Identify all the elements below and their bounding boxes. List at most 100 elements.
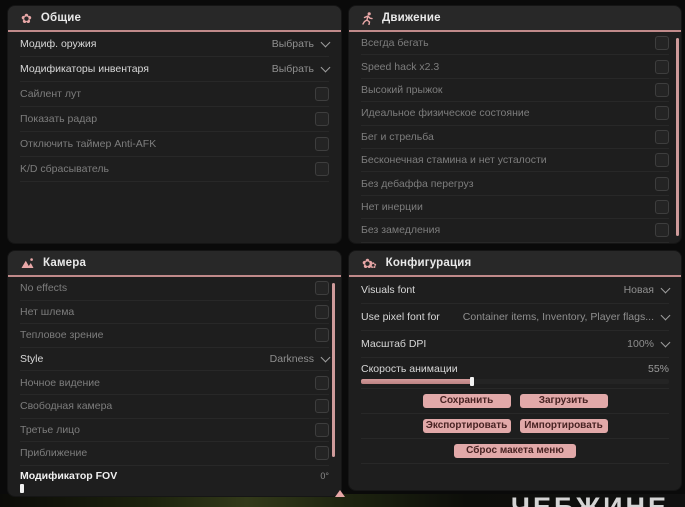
- option-label: Показать радар: [20, 113, 98, 125]
- checkbox[interactable]: [655, 129, 669, 144]
- option-row-infinite-stamina[interactable]: Бесконечная стамина и нет усталости: [361, 149, 669, 173]
- checkbox[interactable]: [315, 112, 329, 126]
- fov-slider[interactable]: [20, 483, 329, 493]
- option-label: Масштаб DPI: [361, 338, 427, 350]
- option-label: Style: [20, 353, 44, 366]
- checkbox[interactable]: [655, 199, 669, 214]
- checkbox[interactable]: [315, 137, 329, 151]
- panel-title: Камера: [43, 257, 87, 269]
- option-row-silent-loot[interactable]: Сайлент лут: [20, 82, 329, 107]
- resize-handle-icon[interactable]: [335, 490, 345, 497]
- option-row-speed-hack[interactable]: Speed hack x2.3: [361, 55, 669, 79]
- option-label: Модификаторы инвентаря: [20, 63, 149, 75]
- checkbox[interactable]: [315, 328, 329, 343]
- option-row-fov-modifier: Модификатор FOV 0°: [20, 466, 329, 499]
- panel-title: Движение: [382, 12, 441, 24]
- option-label: Speed hack x2.3: [361, 60, 440, 73]
- checkbox[interactable]: [655, 106, 669, 121]
- export-button[interactable]: Экспортировать: [422, 419, 511, 433]
- option-label: Бег и стрельба: [361, 130, 434, 143]
- reset-menu-layout-button[interactable]: Сброс макета меню: [454, 444, 576, 458]
- option-row-always-run[interactable]: Всегда бегать: [361, 32, 669, 56]
- slider-handle[interactable]: [469, 377, 474, 386]
- button-row-reset: Сброс макета меню: [361, 439, 669, 464]
- scrollbar[interactable]: [332, 283, 335, 457]
- panel-general-header[interactable]: ✿ Общие: [8, 6, 341, 32]
- panel-movement-header[interactable]: Движение: [349, 6, 681, 32]
- save-button[interactable]: Сохранить: [422, 394, 511, 408]
- option-row-style: Style Darkness: [20, 348, 331, 372]
- option-label: Бесконечная стамина и нет усталости: [361, 154, 547, 167]
- option-label: Отключить таймер Anti-AFK: [20, 138, 157, 150]
- chevron-down-icon: [320, 352, 331, 363]
- option-row-anti-afk[interactable]: Отключить таймер Anti-AFK: [20, 132, 329, 157]
- option-row-pixel-font: Use pixel font for Container items, Inve…: [361, 304, 671, 331]
- option-row-no-inertia[interactable]: Нет инерции: [361, 196, 669, 220]
- visuals-font-dropdown[interactable]: Новая: [624, 283, 671, 296]
- checkbox[interactable]: [655, 59, 669, 74]
- option-row-run-and-shoot[interactable]: Бег и стрельба: [361, 126, 669, 149]
- option-row-kd-reset[interactable]: K/D сбрасыватель: [20, 157, 329, 182]
- scrollbar[interactable]: [676, 38, 679, 236]
- option-row-no-effects[interactable]: No effects: [20, 277, 329, 301]
- option-row-no-slowdown[interactable]: Без замедления: [361, 219, 669, 243]
- option-label: No effects: [20, 282, 68, 295]
- checkbox[interactable]: [315, 375, 329, 390]
- option-label: Свободная камера: [20, 400, 113, 413]
- panel-title: Конфигурация: [385, 257, 472, 269]
- inventory-mods-dropdown[interactable]: Выбрать: [272, 62, 331, 75]
- option-label: Visuals font: [361, 284, 416, 296]
- checkbox[interactable]: [655, 36, 669, 51]
- panel-camera-header[interactable]: Камера: [8, 251, 341, 277]
- load-button[interactable]: Загрузить: [519, 394, 608, 408]
- chevron-down-icon: [660, 283, 671, 293]
- option-row-night-vision[interactable]: Ночное видение: [20, 371, 329, 395]
- running-person-icon: [362, 11, 373, 25]
- option-row-zoom[interactable]: Приближение: [20, 442, 329, 466]
- option-label: K/D сбрасыватель: [20, 163, 110, 175]
- option-label: Третье лицо: [20, 423, 80, 436]
- option-row-inventory-mods: Модификаторы инвентаря Выбрать: [20, 57, 331, 82]
- option-row-high-jump[interactable]: Высокий прыжок: [361, 79, 669, 103]
- weapon-mod-dropdown[interactable]: Выбрать: [272, 37, 331, 50]
- animation-speed-slider[interactable]: [361, 377, 669, 386]
- option-row-third-person[interactable]: Третье лицо: [20, 419, 329, 443]
- option-label: Модификатор FOV: [20, 470, 118, 483]
- option-label: Ночное видение: [20, 376, 100, 389]
- option-row-perfect-condition[interactable]: Идеальное физическое состояние: [361, 102, 669, 126]
- checkbox[interactable]: [315, 162, 329, 176]
- option-label: Без замедления: [361, 224, 441, 237]
- checkbox[interactable]: [315, 87, 329, 101]
- checkbox[interactable]: [655, 223, 669, 238]
- option-row-no-overload-debuff[interactable]: Без дебаффа перегруз: [361, 172, 669, 196]
- option-row-free-camera[interactable]: Свободная камера: [20, 395, 329, 419]
- option-row-thermal-vision[interactable]: Тепловое зрение: [20, 324, 329, 348]
- checkbox[interactable]: [655, 176, 669, 191]
- dropdown-value: Darkness: [269, 353, 314, 366]
- option-label: Модиф. оружия: [20, 38, 97, 50]
- checkbox[interactable]: [315, 446, 329, 461]
- checkbox[interactable]: [315, 399, 329, 414]
- option-row-show-radar[interactable]: Показать радар: [20, 107, 329, 132]
- import-button[interactable]: Импортировать: [519, 419, 608, 433]
- panel-camera: Камера No effects Нет шлема Тепловое зре…: [8, 251, 341, 496]
- option-row-no-helmet[interactable]: Нет шлема: [20, 301, 329, 325]
- checkbox[interactable]: [315, 422, 329, 437]
- option-label: Без дебаффа перегруз: [361, 177, 474, 190]
- panel-config-header[interactable]: ✿ ✿ Конфигурация: [349, 251, 681, 277]
- panel-general: ✿ Общие Модиф. оружия Выбрать Модификато…: [8, 6, 341, 243]
- dropdown-value: Container items, Inventory, Player flags…: [462, 311, 654, 323]
- pixel-font-dropdown[interactable]: Container items, Inventory, Player flags…: [462, 310, 671, 323]
- checkbox[interactable]: [315, 304, 329, 319]
- checkbox[interactable]: [315, 281, 329, 296]
- style-dropdown[interactable]: Darkness: [269, 352, 331, 366]
- fov-slider-handle[interactable]: [20, 483, 24, 493]
- gear-icon: ✿: [21, 10, 32, 26]
- chevron-down-icon: [320, 37, 331, 47]
- slider-fill: [361, 379, 472, 384]
- checkbox[interactable]: [655, 82, 669, 97]
- button-row-save-load: Сохранить Загрузить: [361, 389, 669, 414]
- checkbox[interactable]: [655, 153, 669, 168]
- option-label: Скорость анимации: [361, 362, 458, 375]
- dpi-scale-dropdown[interactable]: 100%: [627, 337, 671, 350]
